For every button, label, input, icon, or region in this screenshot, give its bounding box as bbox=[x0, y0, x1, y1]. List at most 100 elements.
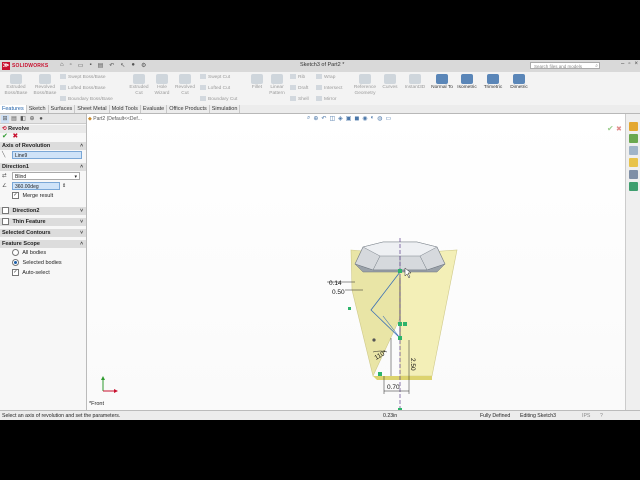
angle-field[interactable]: 360.00deg bbox=[12, 182, 60, 190]
isometric-button[interactable]: Isometric bbox=[454, 74, 480, 91]
linear-pattern-button[interactable]: Linear Pattern bbox=[266, 74, 288, 96]
draft-button[interactable]: Draft bbox=[290, 85, 308, 91]
dimension-label[interactable]: 0.50 bbox=[332, 289, 345, 296]
sketch-point[interactable] bbox=[348, 307, 351, 310]
dimension-label[interactable]: 0.70 bbox=[387, 384, 400, 391]
close-icon[interactable]: × bbox=[634, 61, 638, 67]
custom-properties-icon[interactable] bbox=[629, 182, 638, 191]
help-icon[interactable]: ? bbox=[600, 411, 603, 420]
dimxpert-icon[interactable]: ⊕ bbox=[28, 115, 36, 123]
lofted-cut-button[interactable]: Lofted Cut bbox=[200, 85, 230, 91]
reference-geometry-button[interactable]: Reference Geometry bbox=[350, 74, 380, 96]
ok-icon[interactable]: ✔ bbox=[2, 133, 8, 140]
view-palette-icon[interactable] bbox=[629, 158, 638, 167]
tab-features[interactable]: Features bbox=[0, 105, 27, 113]
cancel-icon[interactable]: ✖ bbox=[12, 133, 18, 140]
fillet-button[interactable]: Fillet bbox=[248, 74, 266, 91]
reverse-direction-icon[interactable]: ⇄ bbox=[2, 173, 7, 179]
mirror-button[interactable]: Mirror bbox=[316, 96, 337, 102]
spin-icon[interactable]: ⇕ bbox=[62, 181, 66, 191]
wrap-button[interactable]: Wrap bbox=[316, 74, 335, 80]
open-icon[interactable]: ▭ bbox=[78, 62, 84, 69]
file-explorer-icon[interactable] bbox=[629, 146, 638, 155]
dimetric-button[interactable]: Dimetric bbox=[506, 74, 532, 91]
undo-icon[interactable]: ↶ bbox=[109, 62, 114, 69]
tab-sketch[interactable]: Sketch bbox=[27, 105, 49, 113]
solidworks-logo[interactable]: ≫ SOLIDWORKS bbox=[2, 61, 48, 71]
sketch-point[interactable] bbox=[398, 322, 402, 326]
lofted-boss-button[interactable]: Lofted Boss/Base bbox=[60, 85, 106, 91]
chevron-down-icon: ▾ bbox=[74, 174, 77, 180]
quick-access-toolbar: ⌂ ▫ ▭ ▪ ▤ ↶ ↖ ● ⚙ bbox=[60, 62, 146, 69]
units-indicator[interactable]: IPS bbox=[582, 411, 590, 420]
manager-tabs: ⊞ ▤ ◧ ⊕ ● bbox=[0, 114, 86, 124]
end-condition-select[interactable]: Blind ▾ bbox=[12, 172, 80, 180]
direction2-checkbox[interactable] bbox=[2, 207, 9, 215]
rebuild-icon[interactable]: ● bbox=[131, 62, 135, 69]
design-library-icon[interactable] bbox=[629, 134, 638, 143]
selected-bodies-radio[interactable] bbox=[12, 259, 19, 267]
chevron-up-icon: ˄ bbox=[80, 164, 83, 170]
trimetric-icon bbox=[487, 74, 499, 84]
property-manager-icon[interactable]: ▤ bbox=[10, 115, 18, 123]
select-icon[interactable]: ↖ bbox=[120, 62, 125, 69]
shell-button[interactable]: Shell bbox=[290, 96, 309, 102]
chevron-down-icon: ˅ bbox=[80, 219, 83, 225]
intersect-button[interactable]: Intersect bbox=[316, 85, 342, 91]
boundary-cut-button[interactable]: Boundary Cut bbox=[200, 96, 237, 102]
merge-result-checkbox[interactable]: ✓ bbox=[12, 192, 19, 200]
axis-section-header[interactable]: Axis of Revolution ˄ bbox=[0, 142, 86, 150]
minimize-icon[interactable]: – bbox=[621, 61, 624, 67]
sketch-origin-point[interactable] bbox=[372, 338, 376, 342]
sketch-point[interactable] bbox=[378, 372, 382, 376]
tab-sheet-metal[interactable]: Sheet Metal bbox=[75, 105, 110, 113]
auto-select-checkbox[interactable]: ✓ bbox=[12, 269, 19, 277]
curves-button[interactable]: Curves bbox=[380, 74, 400, 91]
graphics-area[interactable]: ◆ Part2 (Default<<Def... ⌕ ⊕ ↶ ◫ ◈ ▣ ◼ ◉… bbox=[87, 114, 625, 410]
tab-mold-tools[interactable]: Mold Tools bbox=[110, 105, 141, 113]
direction1-section-header[interactable]: Direction1 ˄ bbox=[0, 163, 86, 171]
axis-field[interactable]: Line9 bbox=[12, 151, 82, 159]
tab-simulation[interactable]: Simulation bbox=[210, 105, 241, 113]
new-icon[interactable]: ▫ bbox=[70, 62, 72, 69]
save-icon[interactable]: ▪ bbox=[89, 62, 91, 69]
all-bodies-radio[interactable] bbox=[12, 249, 19, 257]
search-input[interactable]: Search files and models ⌕ bbox=[530, 62, 600, 69]
thin-feature-section-header[interactable]: Thin Feature ˅ bbox=[0, 218, 86, 226]
appearances-icon[interactable] bbox=[629, 170, 638, 179]
print-icon[interactable]: ▤ bbox=[98, 62, 104, 69]
swept-boss-button[interactable]: Swept Boss/Base bbox=[60, 74, 106, 80]
display-manager-icon[interactable]: ● bbox=[37, 115, 45, 123]
hole-wizard-button[interactable]: Hole Wizard bbox=[152, 74, 172, 96]
feature-manager-icon[interactable]: ⊞ bbox=[1, 115, 9, 123]
tab-surfaces[interactable]: Surfaces bbox=[49, 105, 76, 113]
dimension-label[interactable]: 0.14 bbox=[329, 280, 342, 287]
sketch-point[interactable] bbox=[403, 322, 407, 326]
selected-contours-section-header[interactable]: Selected Contours ˅ bbox=[0, 229, 86, 237]
extruded-cut-button[interactable]: Extruded Cut bbox=[126, 74, 152, 96]
model-canvas[interactable]: 0.14 0.50 2.50 110° 0.70 bbox=[87, 114, 625, 410]
rib-button[interactable]: Rib bbox=[290, 74, 305, 80]
swept-cut-button[interactable]: Swept Cut bbox=[200, 74, 230, 80]
tab-evaluate[interactable]: Evaluate bbox=[141, 105, 168, 113]
boundary-boss-button[interactable]: Boundary Boss/Base bbox=[60, 96, 113, 102]
feature-scope-section-header[interactable]: Feature Scope ˄ bbox=[0, 240, 86, 248]
dimension-label[interactable]: 2.50 bbox=[409, 358, 416, 371]
sketch-point[interactable] bbox=[398, 269, 402, 273]
angle-row: ∠ 360.00deg ⇕ bbox=[0, 181, 86, 191]
configuration-manager-icon[interactable]: ◧ bbox=[19, 115, 27, 123]
extruded-boss-button[interactable]: Extruded Boss/Base bbox=[2, 74, 30, 96]
trimetric-button[interactable]: Trimetric bbox=[480, 74, 506, 91]
direction2-section-header[interactable]: Direction2 ˅ bbox=[0, 207, 86, 215]
revolved-boss-button[interactable]: Revolved Boss/Base bbox=[31, 74, 59, 96]
tab-office-products[interactable]: Office Products bbox=[167, 105, 210, 113]
restore-icon[interactable]: ▫ bbox=[628, 61, 630, 67]
thin-feature-checkbox[interactable] bbox=[2, 218, 9, 226]
home-icon[interactable]: ⌂ bbox=[60, 62, 64, 69]
sketch-point[interactable] bbox=[398, 336, 402, 340]
normal-to-button[interactable]: Normal To bbox=[430, 74, 454, 91]
options-icon[interactable]: ⚙ bbox=[141, 62, 146, 69]
revolved-cut-button[interactable]: Revolved Cut bbox=[173, 74, 197, 96]
instant3d-button[interactable]: Instant3D bbox=[402, 74, 428, 91]
solidworks-resources-icon[interactable] bbox=[629, 122, 638, 131]
